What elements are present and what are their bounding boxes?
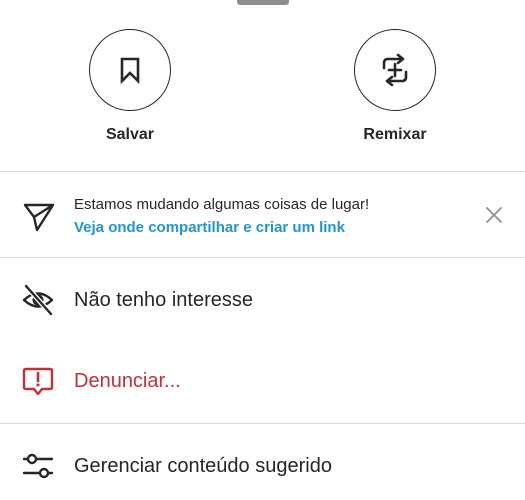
remix-button[interactable]: Remixar: [335, 29, 455, 144]
not-interested-item[interactable]: Não tenho interesse: [0, 268, 525, 332]
remix-circle[interactable]: [354, 29, 436, 111]
manage-suggested-label: Gerenciar conteúdo sugerido: [74, 454, 332, 477]
divider-top: [0, 171, 525, 172]
report-item[interactable]: Denunciar...: [0, 349, 525, 413]
bookmark-icon: [120, 57, 140, 85]
close-icon[interactable]: [484, 205, 504, 230]
eye-slash-icon: [20, 282, 56, 318]
manage-suggested-item[interactable]: Gerenciar conteúdo sugerido: [0, 434, 525, 498]
drag-handle[interactable]: [237, 0, 289, 5]
remix-icon: [382, 53, 408, 87]
report-icon: [20, 363, 56, 399]
save-circle[interactable]: [89, 29, 171, 111]
divider-notice: [0, 257, 525, 258]
report-label: Denunciar...: [74, 369, 181, 392]
save-button[interactable]: Salvar: [70, 29, 190, 144]
notice-link[interactable]: Veja onde compartilhar e criar um link: [74, 219, 345, 236]
divider-menu: [0, 423, 525, 424]
notice-title: Estamos mudando algumas coisas de lugar!: [74, 196, 370, 213]
share-notice: Estamos mudando algumas coisas de lugar!…: [0, 186, 525, 256]
save-label: Salvar: [105, 126, 155, 143]
send-icon: [22, 200, 56, 239]
sliders-icon: [20, 448, 56, 484]
bottom-sheet: Salvar Remixar Estamos mudando algumas c…: [0, 0, 525, 500]
not-interested-label: Não tenho interesse: [74, 288, 254, 311]
remix-label: Remixar: [363, 126, 427, 143]
